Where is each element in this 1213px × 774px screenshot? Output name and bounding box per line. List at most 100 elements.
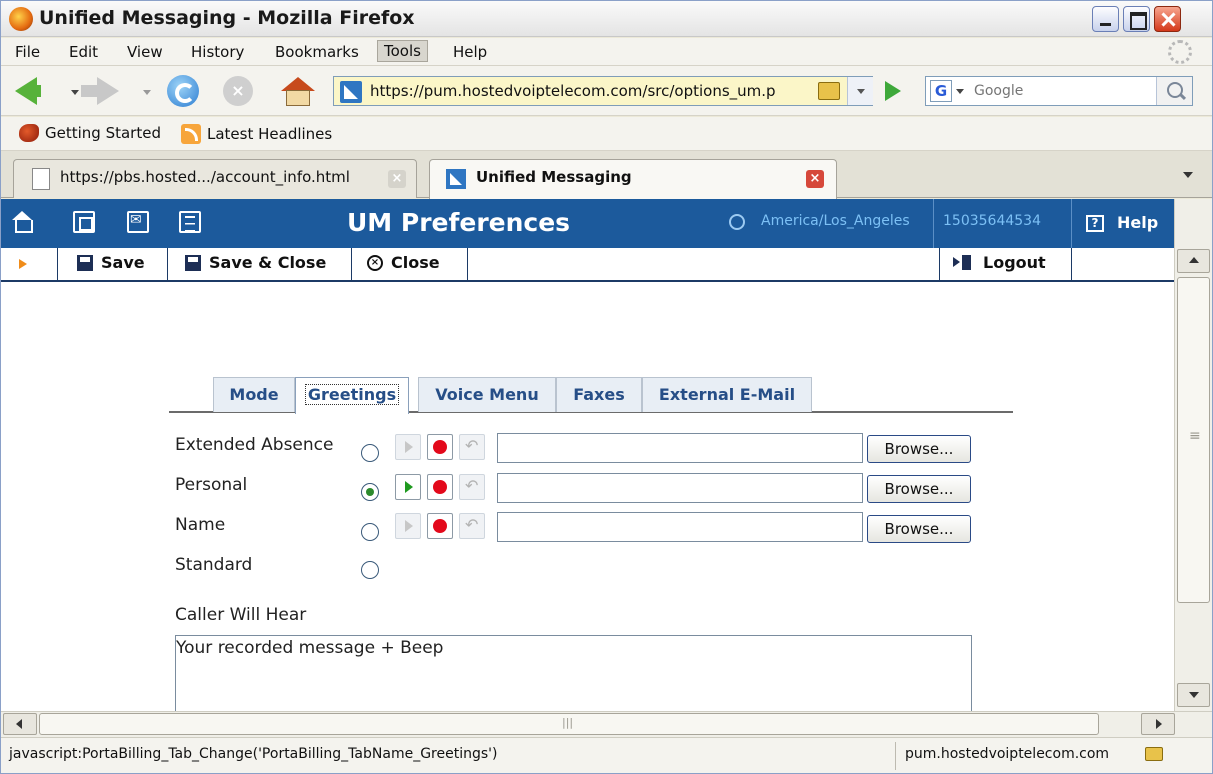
help-icon[interactable]: ?	[1086, 215, 1104, 232]
tab-voice-menu[interactable]: Voice Menu	[418, 377, 556, 412]
menu-view[interactable]: View	[121, 42, 169, 62]
toolbar-arrow-icon	[19, 259, 27, 269]
play-icon[interactable]	[395, 434, 421, 460]
save-label: Save	[101, 253, 145, 272]
menu-file[interactable]: File	[9, 42, 46, 62]
caller-will-hear-label: Caller Will Hear	[175, 605, 307, 625]
bookmark-label: Getting Started	[45, 124, 161, 142]
search-input[interactable]	[974, 80, 1150, 102]
address-bar[interactable]: https://pum.hostedvoiptelecom.com/src/op…	[333, 76, 873, 106]
throbber-icon	[1168, 40, 1192, 64]
menu-history[interactable]: History	[185, 42, 250, 62]
back-arrow-icon[interactable]	[15, 77, 41, 105]
close-window-button[interactable]	[1154, 6, 1181, 32]
go-arrow-icon[interactable]	[885, 81, 901, 101]
caller-will-hear-text: Your recorded message + Beep	[176, 638, 444, 658]
tab-mode[interactable]: Mode	[213, 377, 295, 412]
ssl-lock-icon[interactable]	[818, 82, 840, 100]
browser-window: Unified Messaging - Mozilla Firefox File…	[0, 0, 1213, 774]
tab-close-icon[interactable]: ×	[388, 170, 406, 188]
greeting-standard-label: Standard	[175, 555, 253, 575]
menu-bookmarks[interactable]: Bookmarks	[269, 42, 365, 62]
scroll-right-icon[interactable]	[1141, 713, 1175, 735]
close-label: Close	[391, 253, 440, 272]
record-icon[interactable]	[427, 434, 453, 460]
bookmark-label: Latest Headlines	[207, 125, 333, 143]
tab-external-email[interactable]: External E-Mail	[642, 377, 812, 412]
getting-started-icon	[19, 124, 39, 142]
status-lock-icon[interactable]	[1145, 747, 1163, 761]
greeting-personal-file-input[interactable]	[497, 473, 863, 503]
mail-icon[interactable]	[127, 211, 149, 233]
help-link[interactable]: Help	[1117, 213, 1158, 232]
tab-faxes[interactable]: Faxes	[556, 377, 642, 412]
tab-label: Unified Messaging	[476, 168, 632, 186]
minimize-button[interactable]	[1092, 6, 1119, 32]
menu-tools[interactable]: Tools	[377, 40, 428, 62]
action-toolbar: Save Save & Close × Close Logout	[1, 248, 1174, 282]
menu-bar: File Edit View History Bookmarks Tools H…	[1, 38, 1212, 66]
search-icon[interactable]	[1156, 77, 1192, 105]
home-icon[interactable]	[281, 77, 315, 107]
address-url[interactable]: https://pum.hostedvoiptelecom.com/src/op…	[370, 82, 810, 100]
save-close-button[interactable]: Save & Close	[185, 253, 326, 272]
back-history-dropdown-icon[interactable]	[71, 90, 79, 95]
close-button[interactable]: × Close	[367, 253, 440, 272]
bookmark-getting-started[interactable]: Getting Started	[19, 124, 161, 142]
tab-close-icon[interactable]: ×	[806, 170, 824, 188]
status-bar: javascript:PortaBilling_Tab_Change('Port…	[1, 737, 1212, 773]
home-icon[interactable]	[11, 211, 33, 233]
menu-help[interactable]: Help	[447, 42, 493, 62]
um-header-bar: UM Preferences America/Los_Angeles 15035…	[1, 199, 1174, 248]
search-engine-dropdown-icon[interactable]	[956, 89, 964, 94]
scroll-down-icon[interactable]	[1177, 683, 1210, 707]
record-icon[interactable]	[427, 474, 453, 500]
tab-greetings[interactable]: Greetings	[295, 377, 409, 414]
maximize-button[interactable]	[1123, 6, 1150, 32]
scroll-up-icon[interactable]	[1177, 249, 1210, 273]
undo-icon[interactable]	[459, 474, 485, 500]
greeting-personal-radio[interactable]	[361, 483, 379, 501]
horizontal-scroll-thumb[interactable]	[39, 713, 1099, 735]
caller-will-hear-textbox[interactable]: Your recorded message + Beep	[175, 635, 972, 711]
greeting-name-radio[interactable]	[361, 523, 379, 541]
tab-account-info[interactable]: https://pbs.hosted.../account_info.html …	[13, 159, 417, 198]
phone-number-link[interactable]: 15035644534	[943, 213, 1041, 229]
account-icon[interactable]	[73, 211, 95, 233]
status-divider	[895, 742, 896, 770]
bookmark-latest-headlines[interactable]: Latest Headlines	[181, 124, 332, 144]
logout-button[interactable]: Logout	[953, 253, 1046, 272]
greeting-name-file-input[interactable]	[497, 512, 863, 542]
scroll-left-icon[interactable]	[3, 713, 37, 735]
menu-edit[interactable]: Edit	[63, 42, 104, 62]
browse-button[interactable]: Browse...	[867, 515, 971, 543]
save-button[interactable]: Save	[77, 253, 145, 272]
horizontal-scrollbar[interactable]	[1, 711, 1212, 737]
record-icon[interactable]	[427, 513, 453, 539]
greeting-standard-radio[interactable]	[361, 561, 379, 579]
forward-history-dropdown-icon[interactable]	[143, 90, 151, 95]
vertical-scrollbar[interactable]	[1174, 199, 1212, 711]
reload-icon[interactable]	[167, 75, 199, 107]
list-icon[interactable]	[179, 211, 201, 233]
save-disk-icon	[185, 254, 201, 271]
browse-button[interactable]: Browse...	[867, 435, 971, 463]
logout-icon	[953, 254, 975, 271]
timezone-link[interactable]: America/Los_Angeles	[761, 213, 910, 229]
undo-icon[interactable]	[459, 434, 485, 460]
greeting-extended-absence-file-input[interactable]	[497, 433, 863, 463]
greeting-extended-absence-radio[interactable]	[361, 444, 379, 462]
undo-icon[interactable]	[459, 513, 485, 539]
url-history-dropdown-icon[interactable]	[847, 77, 873, 105]
tab-list-dropdown-icon[interactable]	[1171, 161, 1205, 189]
browse-button[interactable]: Browse...	[867, 475, 971, 503]
save-disk-icon	[77, 254, 93, 271]
play-icon[interactable]	[395, 474, 421, 500]
tab-unified-messaging[interactable]: Unified Messaging ×	[429, 159, 837, 199]
rss-feed-icon	[181, 124, 201, 144]
stop-icon[interactable]: ×	[223, 76, 253, 106]
vertical-scroll-thumb[interactable]	[1177, 277, 1210, 603]
play-icon[interactable]	[395, 513, 421, 539]
google-engine-icon[interactable]: G	[930, 80, 952, 102]
forward-arrow-icon[interactable]	[81, 77, 119, 105]
